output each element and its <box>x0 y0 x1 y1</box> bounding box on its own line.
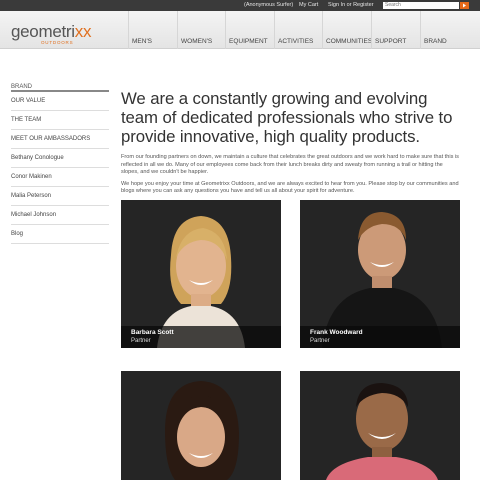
nav-mens[interactable]: MEN'S <box>128 11 177 49</box>
nav-label: BRAND <box>424 38 447 45</box>
team-member-name: Barbara Scott <box>131 329 174 336</box>
team-member-name: Frank Woodward <box>310 329 363 336</box>
nav-label: MEN'S <box>132 38 153 45</box>
sidebar-item-bethany[interactable]: Bethany Conologue <box>11 149 109 168</box>
intro-paragraph: From our founding partners on down, we m… <box>121 154 459 176</box>
card-caption: Barbara Scott Partner <box>121 326 281 348</box>
nav-equipment[interactable]: EQUIPMENT <box>225 11 274 49</box>
nav-label: WOMEN'S <box>181 38 213 45</box>
sidebar-item-the-team[interactable]: THE TEAM <box>11 111 109 130</box>
sidebar-item-our-value[interactable]: OUR VALUE <box>11 92 109 111</box>
sidebar-item-malia[interactable]: Malia Peterson <box>11 187 109 206</box>
nav-label: SUPPORT <box>375 38 407 45</box>
nav-support[interactable]: SUPPORT <box>371 11 420 49</box>
welcome-paragraph: We hope you enjoy your time at Geometrix… <box>121 180 459 195</box>
team-card[interactable]: Frank Woodward Partner <box>300 200 460 348</box>
search-input[interactable] <box>383 2 459 9</box>
sidebar-item-conor[interactable]: Conor Makinen <box>11 168 109 187</box>
sidebar-item-blog[interactable]: Blog <box>11 225 109 244</box>
team-photo-man <box>300 371 460 480</box>
sign-in-link[interactable]: Sign In or Register <box>328 1 374 10</box>
team-card[interactable] <box>300 371 460 480</box>
team-photo-woman <box>121 371 281 480</box>
geometrixx-logo[interactable]: geometrixx OUTDOORS <box>11 22 92 45</box>
team-member-role: Partner <box>310 338 330 344</box>
search-button[interactable] <box>460 2 469 9</box>
sidebar-title: BRAND <box>11 84 109 92</box>
search-arrow-icon <box>463 3 466 8</box>
site-header: geometrixx OUTDOORS MEN'S WOMEN'S EQUIPM… <box>0 11 480 49</box>
nav-label: EQUIPMENT <box>229 38 268 45</box>
sidebar-item-michael[interactable]: Michael Johnson <box>11 206 109 225</box>
page-headline: We are a constantly growing and evolving… <box>121 89 453 146</box>
sidebar-item-ambassadors[interactable]: MEET OUR AMBASSADORS <box>11 130 109 149</box>
nav-label: COMMUNITIES <box>326 38 373 45</box>
team-card[interactable]: Barbara Scott Partner <box>121 200 281 348</box>
nav-label: ACTIVITIES <box>278 38 314 45</box>
team-card[interactable] <box>121 371 281 480</box>
sidebar: BRAND OUR VALUE THE TEAM MEET OUR AMBASS… <box>11 84 109 244</box>
card-caption: Frank Woodward Partner <box>300 326 460 348</box>
nav-communities[interactable]: COMMUNITIES <box>322 11 373 49</box>
nav-womens[interactable]: WOMEN'S <box>177 11 225 49</box>
logo-text: geometri <box>11 22 75 41</box>
utility-bar: (Anonymous Surfer) My Cart Sign In or Re… <box>0 0 480 11</box>
logo-text-accent: xx <box>74 22 92 41</box>
logo-subtitle: OUTDOORS <box>41 40 74 45</box>
team-member-role: Partner <box>131 338 151 344</box>
nav-brand[interactable]: BRAND <box>420 11 469 49</box>
main-content: We are a constantly growing and evolving… <box>121 89 461 196</box>
my-cart-link[interactable]: My Cart <box>299 1 318 10</box>
anonymous-user-label: (Anonymous Surfer) <box>244 2 294 8</box>
nav-activities[interactable]: ACTIVITIES <box>274 11 322 49</box>
